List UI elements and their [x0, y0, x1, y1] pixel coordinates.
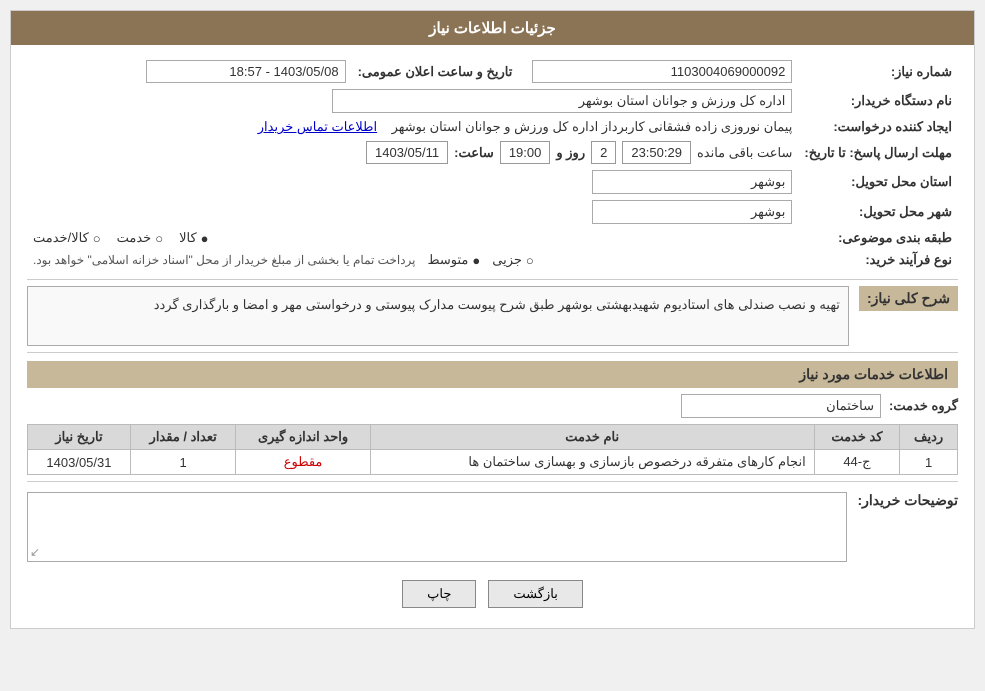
city-label: شهر محل تحویل: — [798, 197, 958, 227]
print-button[interactable]: چاپ — [402, 580, 476, 608]
desc-section-label: شرح کلی نیاز: — [859, 286, 958, 311]
cell-unit: مقطوع — [236, 450, 370, 475]
process-radio-jozi[interactable]: ○ — [526, 253, 534, 268]
city-value: بوشهر — [592, 200, 792, 224]
buyer-desc-value[interactable] — [27, 492, 847, 562]
buyer-name-label: نام دستگاه خریدار: — [798, 86, 958, 116]
service-group-label: گروه خدمت: — [889, 398, 958, 414]
page-title: جزئیات اطلاعات نیاز — [11, 11, 974, 45]
back-button[interactable]: بازگشت — [488, 580, 582, 608]
category-radio-kala[interactable]: ● — [201, 231, 209, 246]
services-section-label: اطلاعات خدمات مورد نیاز — [27, 361, 958, 388]
table-row: 1 ج-44 انجام کارهای متفرقه درخصوص بازساز… — [28, 450, 958, 475]
process-radio-motavased[interactable]: ● — [472, 253, 480, 268]
announce-label: تاریخ و ساعت اعلان عمومی: — [352, 57, 519, 86]
order-number-label: شماره نیاز: — [798, 57, 958, 86]
cell-code: ج-44 — [814, 450, 899, 475]
deadline-remaining-value: 23:50:29 — [622, 141, 691, 164]
creator-label: ایجاد کننده درخواست: — [798, 116, 958, 138]
category-option-khadamat[interactable]: ○ خدمت — [117, 230, 163, 246]
deadline-day-value: 2 — [591, 141, 616, 164]
col-qty: تعداد / مقدار — [130, 425, 236, 450]
col-name: نام خدمت — [370, 425, 814, 450]
process-option-motavased[interactable]: ● متوسط — [428, 252, 481, 268]
deadline-label: مهلت ارسال پاسخ: تا تاریخ: — [798, 138, 958, 167]
order-number-value: 1103004069000092 — [532, 60, 792, 83]
creator-value: پیمان نوروزی زاده فشقانی کاربرداز اداره … — [392, 119, 793, 134]
cell-qty: 1 — [130, 450, 236, 475]
col-date: تاریخ نیاز — [28, 425, 131, 450]
deadline-time-label: ساعت: — [454, 145, 494, 161]
deadline-remaining-label: ساعت باقی مانده — [697, 145, 792, 161]
province-value: بوشهر — [592, 170, 792, 194]
process-note: پرداخت تمام یا بخشی از مبلغ خریدار از مح… — [33, 253, 416, 267]
col-row: ردیف — [900, 425, 958, 450]
process-row: پرداخت تمام یا بخشی از مبلغ خریدار از مح… — [33, 252, 792, 268]
province-label: استان محل تحویل: — [798, 167, 958, 197]
buyer-name-value: اداره کل ورزش و جوانان استان بوشهر — [332, 89, 792, 113]
category-option-kala-khadamat[interactable]: ○ کالا/خدمت — [33, 230, 101, 246]
category-radio-khadamat[interactable]: ○ — [155, 231, 163, 246]
category-label: طبقه بندی موضوعی: — [798, 227, 958, 249]
process-option-jozi[interactable]: ○ جزیی — [492, 252, 534, 268]
announce-value: 1403/05/08 - 18:57 — [146, 60, 346, 83]
col-unit: واحد اندازه گیری — [236, 425, 370, 450]
buttons-row: بازگشت چاپ — [27, 580, 958, 608]
cell-row: 1 — [900, 450, 958, 475]
cell-date: 1403/05/31 — [28, 450, 131, 475]
category-radio-kala-khadamat[interactable]: ○ — [93, 231, 101, 246]
description-value: تهیه و نصب صندلی های استادیوم شهیدبهشتی … — [27, 286, 849, 346]
process-label: نوع فرآیند خرید: — [798, 249, 958, 271]
services-table: ردیف کد خدمت نام خدمت واحد اندازه گیری ت… — [27, 424, 958, 475]
col-code: کد خدمت — [814, 425, 899, 450]
deadline-date: 1403/05/11 — [366, 141, 448, 164]
cell-name: انجام کارهای متفرقه درخصوص بازسازی و بهس… — [370, 450, 814, 475]
category-radio-group: ○ کالا/خدمت ○ خدمت ● کالا — [33, 230, 792, 246]
deadline-time-value: 19:00 — [500, 141, 551, 164]
deadline-day-label: روز و — [556, 145, 585, 161]
category-option-kala[interactable]: ● کالا — [179, 230, 208, 246]
buyer-desc-label: توضیحات خریدار: — [857, 488, 958, 513]
service-group-value: ساختمان — [681, 394, 881, 418]
contact-link[interactable]: اطلاعات تماس خریدار — [258, 119, 377, 134]
